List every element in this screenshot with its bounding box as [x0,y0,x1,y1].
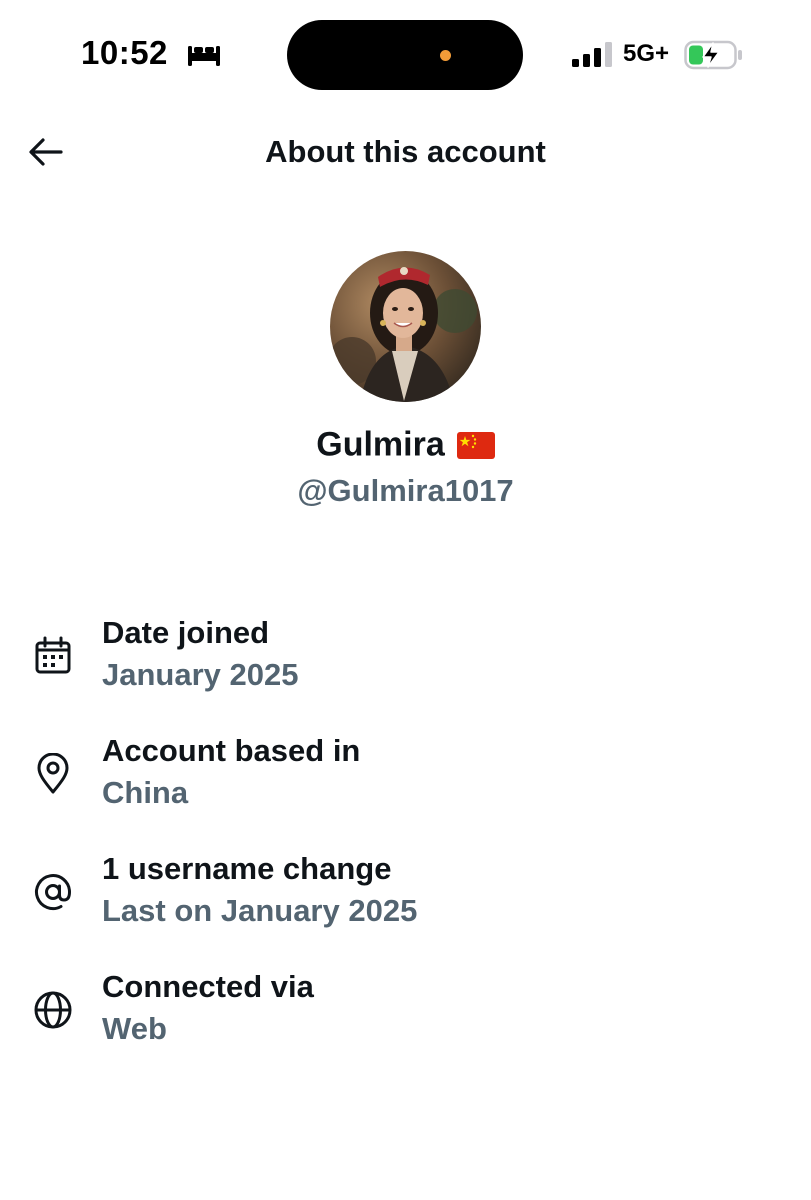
date-joined-label: Date joined [102,615,270,650]
info-connected-via: Connected via Web [0,969,811,1059]
date-joined-value: January 2025 [102,657,299,692]
page-title: About this account [265,134,546,169]
username: @Gulmira1017 [297,473,514,508]
username-change-value: Last on January 2025 [102,893,418,928]
dynamic-island [287,20,523,90]
avatar-image [330,251,481,402]
account-based-in-value: China [102,775,189,810]
network-type: 5G+ [623,40,670,67]
globe-icon [34,991,72,1029]
camera-indicator-dot [440,50,451,61]
china-flag-icon [456,431,495,459]
info-account-based-in: Account based in China [0,733,811,823]
at-sign-icon [35,874,72,910]
info-date-joined: Date joined January 2025 [0,615,811,705]
sleep-focus-icon [188,46,220,66]
status-time: 10:52 [81,34,168,71]
status-bar: 10:52 5G+ [0,0,811,110]
calendar-icon [35,636,71,674]
account-based-in-label: Account based in [102,733,361,768]
info-username-changes: 1 username change Last on January 2025 [0,851,811,941]
connected-via-label: Connected via [102,969,314,1004]
connected-via-value: Web [102,1011,167,1046]
username-change-label: 1 username change [102,851,392,886]
location-pin-icon [37,753,69,794]
avatar[interactable] [330,251,481,402]
display-name: Gulmira [316,425,445,464]
cellular-signal-icon [572,42,612,67]
battery-charging-icon [684,40,742,70]
display-name-row: Gulmira [0,424,811,465]
